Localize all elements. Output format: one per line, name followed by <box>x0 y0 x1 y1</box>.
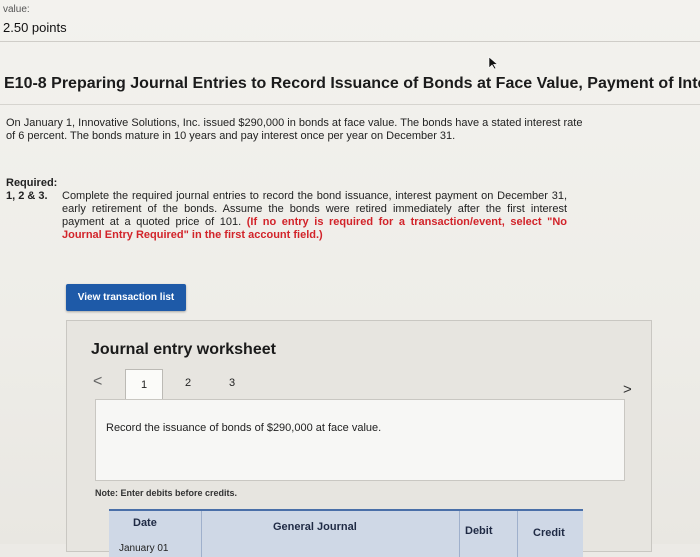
divider <box>0 41 700 42</box>
required-heading: Required: <box>6 177 58 189</box>
column-separator <box>201 511 202 557</box>
mouse-cursor-icon <box>488 56 499 70</box>
tab-2[interactable]: 2 <box>185 377 191 389</box>
column-separator <box>517 511 518 557</box>
column-separator <box>459 511 460 557</box>
next-tab-chevron-icon[interactable]: > <box>623 381 632 398</box>
required-number: 1, 2 & 3. <box>6 190 48 202</box>
instruction-text: Record the issuance of bonds of $290,000… <box>106 422 382 434</box>
debits-note: Note: Enter debits before credits. <box>95 488 238 498</box>
column-credit: Credit <box>533 527 565 539</box>
problem-intro: On January 1, Innovative Solutions, Inc.… <box>6 117 583 142</box>
column-debit: Debit <box>465 525 493 537</box>
required-text: Complete the required journal entries to… <box>62 190 567 242</box>
prev-tab-chevron-icon[interactable]: < <box>93 373 102 391</box>
entry-date[interactable]: January 01 <box>119 543 168 554</box>
page: value: 2.50 points E10-8 Preparing Journ… <box>0 0 700 557</box>
points-value: 2.50 points <box>3 20 67 35</box>
journal-table-header: Date General Journal Debit Credit Januar… <box>109 509 583 557</box>
problem-title: E10-8 Preparing Journal Entries to Recor… <box>4 75 700 92</box>
column-date: Date <box>133 517 157 529</box>
instruction-panel: Record the issuance of bonds of $290,000… <box>95 399 625 481</box>
value-label: value: <box>3 4 30 15</box>
tab-1[interactable]: 1 <box>125 369 163 400</box>
divider <box>0 104 700 105</box>
column-general-journal: General Journal <box>273 521 357 533</box>
view-transaction-list-button[interactable]: View transaction list <box>66 284 186 311</box>
worksheet-title: Journal entry worksheet <box>91 341 276 358</box>
journal-entry-worksheet: Journal entry worksheet < 1 2 3 > Record… <box>66 320 652 557</box>
tab-3[interactable]: 3 <box>229 377 235 389</box>
